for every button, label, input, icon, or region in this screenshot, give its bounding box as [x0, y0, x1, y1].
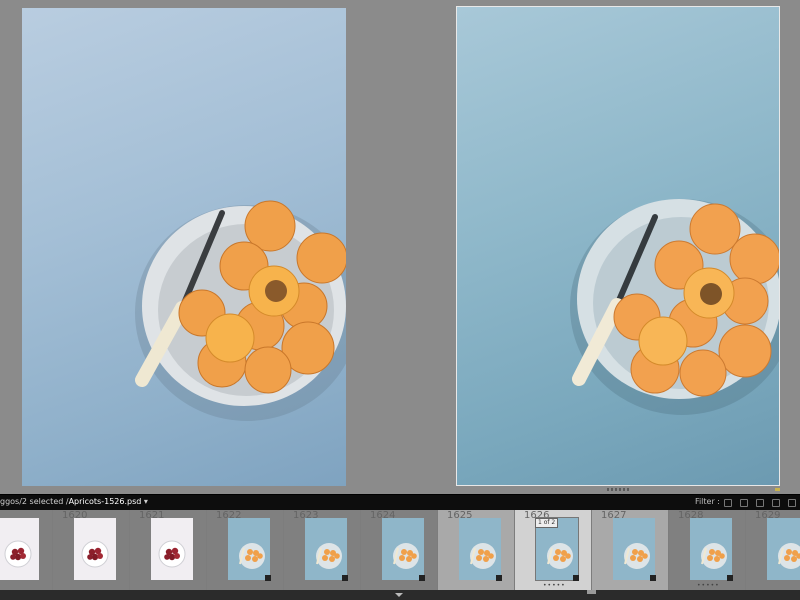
- filter-icon[interactable]: [772, 499, 780, 507]
- edited-badge-icon: [727, 575, 733, 581]
- apricots-bowl-image-after: [570, 199, 779, 415]
- star-rating[interactable]: •••••: [697, 582, 720, 589]
- after-photo[interactable]: [456, 6, 780, 486]
- filmstrip-thumbnail[interactable]: 1624: [361, 510, 437, 590]
- thumbnail-image[interactable]: [228, 518, 270, 580]
- thumbnail-image[interactable]: [613, 518, 655, 580]
- edited-badge-icon: [650, 575, 656, 581]
- collapse-filmstrip-icon[interactable]: [395, 593, 403, 597]
- thumbnail-image[interactable]: [382, 518, 424, 580]
- dropdown-arrow-icon[interactable]: ▾: [144, 497, 148, 506]
- filmstrip-thumbnail[interactable]: 1628 •••••: [669, 510, 745, 590]
- edited-badge-icon: [342, 575, 348, 581]
- thumbnail-image[interactable]: [74, 518, 116, 580]
- filmstrip-source-info[interactable]: ggos/2 selected /Apricots-1526.psd ▾: [0, 497, 148, 506]
- compare-view: [0, 0, 800, 494]
- thumbnail-image[interactable]: [459, 518, 501, 580]
- filter-label: Filter :: [694, 497, 720, 506]
- before-photo[interactable]: [22, 8, 346, 486]
- filmstrip-scrollbar[interactable]: [0, 590, 800, 600]
- thumbnail-image[interactable]: [305, 518, 347, 580]
- filmstrip-thumbnail[interactable]: 1626 1 of 2 •••••: [515, 510, 591, 590]
- edited-badge-icon: [496, 575, 502, 581]
- filmstrip-thumbnail[interactable]: 1629: [746, 510, 800, 590]
- filter-icon[interactable]: [740, 499, 748, 507]
- selection-corner-marker: [775, 488, 780, 491]
- filter-icon[interactable]: [724, 499, 732, 507]
- edited-badge-icon: [573, 575, 579, 581]
- filmstrip-thumbnail[interactable]: 1627: [592, 510, 668, 590]
- thumbnail-image[interactable]: [690, 518, 732, 580]
- apricots-bowl-image-before: [135, 200, 346, 421]
- current-filename: Apricots-1526.psd: [68, 497, 142, 506]
- thumbnail-image[interactable]: [767, 518, 800, 580]
- selection-status: ggos/2 selected /: [0, 497, 69, 506]
- panel-resize-handle[interactable]: [607, 488, 629, 491]
- edited-badge-icon: [419, 575, 425, 581]
- filmstrip[interactable]: 1620 1621 1622 1623 1624 1625 1626 1 of 2 ••••• 1…: [0, 510, 800, 590]
- filmstrip-thumbnail[interactable]: 1625: [438, 510, 514, 590]
- scroll-thumb[interactable]: [587, 590, 596, 594]
- filmstrip-thumbnail[interactable]: [0, 510, 52, 590]
- filmstrip-thumbnail[interactable]: 1622: [207, 510, 283, 590]
- filter-icon[interactable]: [788, 499, 796, 507]
- star-rating[interactable]: •••••: [543, 582, 566, 589]
- filmstrip-thumbnail[interactable]: 1621: [130, 510, 206, 590]
- filmstrip-thumbnail[interactable]: 1620: [53, 510, 129, 590]
- thumbnail-image[interactable]: [0, 518, 39, 580]
- filter-icon[interactable]: [756, 499, 764, 507]
- edited-badge-icon: [265, 575, 271, 581]
- filmstrip-header: ggos/2 selected /Apricots-1526.psd ▾ Fil…: [0, 494, 800, 511]
- stack-badge[interactable]: 1 of 2: [535, 518, 559, 528]
- filmstrip-thumbnail[interactable]: 1623: [284, 510, 360, 590]
- thumbnail-image[interactable]: [151, 518, 193, 580]
